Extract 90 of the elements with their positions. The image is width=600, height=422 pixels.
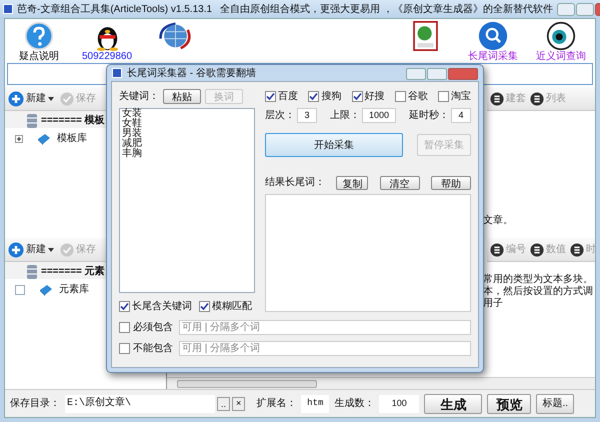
checkbox[interactable] bbox=[15, 284, 25, 294]
checkbox[interactable] bbox=[394, 90, 406, 102]
keyword-textarea[interactable]: 女装 女鞋 男装 减肥 丰胸 bbox=[119, 108, 255, 293]
engine-label: 淘宝 bbox=[451, 90, 471, 104]
list-icon[interactable] bbox=[490, 92, 504, 106]
keyword-line: 减肥 bbox=[122, 139, 142, 149]
checked-checkbox[interactable] bbox=[308, 90, 320, 102]
content-text: 常用的类型为文本多块。 bbox=[483, 274, 593, 286]
scrollbar-thumb[interactable] bbox=[177, 380, 317, 388]
option-label: 模糊匹配 bbox=[212, 300, 252, 314]
checkbox[interactable] bbox=[119, 322, 130, 333]
database-icon bbox=[27, 264, 37, 278]
dropdown-caret-icon[interactable] bbox=[48, 248, 54, 252]
result-button[interactable]: 帮助 bbox=[430, 176, 471, 190]
filter-label: 不能包含 bbox=[133, 342, 173, 356]
clear-button[interactable]: × bbox=[232, 396, 246, 410]
eye-icon[interactable] bbox=[546, 21, 576, 51]
help-icon[interactable] bbox=[24, 21, 54, 51]
book-icon bbox=[37, 132, 51, 144]
paste-button[interactable]: 粘贴 bbox=[163, 88, 201, 104]
count-field[interactable]: 100 bbox=[379, 394, 420, 412]
engine-label: 百度 bbox=[278, 90, 298, 104]
checkbox[interactable] bbox=[438, 90, 449, 102]
content-text: 本，然后按设置的方式调用子 bbox=[483, 286, 593, 310]
check-circle-icon[interactable] bbox=[60, 242, 74, 256]
filter-field[interactable]: 可用 | 分隔多个词 bbox=[179, 320, 471, 335]
check-circle-icon[interactable] bbox=[60, 92, 74, 106]
engine-label: 搜狗 bbox=[321, 90, 342, 104]
keyword-line: 丰胸 bbox=[122, 149, 142, 159]
globe-icon[interactable] bbox=[158, 21, 192, 51]
toolbar-button[interactable]: 新建 bbox=[26, 242, 46, 257]
tree-item[interactable]: 模板库 bbox=[57, 131, 87, 146]
param-label: 层次： bbox=[265, 109, 295, 123]
search-icon[interactable] bbox=[478, 21, 508, 51]
extension-field[interactable]: htm bbox=[301, 394, 330, 412]
book-icon bbox=[39, 284, 53, 296]
field-label: 保存目录： bbox=[10, 397, 60, 411]
result-label: 结果长尾词： bbox=[265, 176, 325, 190]
checkbox[interactable] bbox=[119, 343, 130, 354]
param-field[interactable]: 4 bbox=[451, 108, 471, 123]
app-icon bbox=[112, 68, 122, 78]
list-icon[interactable] bbox=[490, 242, 504, 256]
plus-icon[interactable] bbox=[8, 242, 24, 258]
title-button[interactable]: 标题.. bbox=[536, 394, 574, 414]
filter-field[interactable]: 可用 | 分隔多个词 bbox=[179, 341, 471, 356]
plus-icon[interactable] bbox=[8, 90, 24, 106]
engine-label: 谷歌 bbox=[408, 90, 428, 104]
keyword-line: 女装 bbox=[122, 109, 142, 119]
param-label: 延时秒： bbox=[409, 108, 449, 123]
result-button[interactable]: 复制 bbox=[336, 176, 368, 190]
list-icon[interactable] bbox=[570, 242, 584, 256]
toolbar-button[interactable]: 新建 bbox=[26, 91, 46, 106]
checked-checkbox[interactable] bbox=[199, 301, 210, 312]
checked-checkbox[interactable] bbox=[265, 90, 276, 102]
toolbar-label[interactable]: 近义词查询 bbox=[536, 51, 586, 62]
expander-icon[interactable] bbox=[15, 134, 23, 142]
param-field[interactable]: 3 bbox=[297, 108, 317, 123]
filter-label: 必须包含 bbox=[133, 320, 173, 335]
param-label: 上限： bbox=[330, 108, 360, 123]
tree-header[interactable]: ======= 模板 bbox=[41, 113, 105, 128]
option-label: 长尾含关键词 bbox=[132, 300, 192, 314]
database-icon bbox=[27, 114, 37, 128]
directory-field[interactable]: E:\原创文章\ bbox=[65, 394, 215, 412]
window-slogan: 全自由原创组合模式，更强大更易用 ，《原创文章生成器》的全新替代软件 bbox=[220, 2, 553, 16]
toolbar-label[interactable]: 长尾词采集 bbox=[468, 51, 518, 62]
dialog-title: 长尾词采集器 - 谷歌需要翻墙 bbox=[127, 66, 256, 80]
html-file-icon[interactable] bbox=[412, 21, 438, 51]
keyword-label: 关键词： bbox=[119, 90, 159, 104]
start-button[interactable]: 开始采集 bbox=[265, 133, 403, 157]
content-text: 文章。 bbox=[483, 214, 513, 228]
param-field[interactable]: 1000 bbox=[362, 108, 396, 123]
toolbar-label[interactable]: 509229860 bbox=[82, 51, 132, 62]
checked-checkbox[interactable] bbox=[352, 90, 362, 102]
checked-checkbox[interactable] bbox=[119, 301, 130, 312]
list-icon[interactable] bbox=[530, 242, 544, 256]
list-icon[interactable] bbox=[530, 92, 544, 106]
engine-label: 好搜 bbox=[364, 90, 384, 104]
keyword-line: 男装 bbox=[122, 129, 142, 139]
dropdown-caret-icon[interactable] bbox=[48, 96, 54, 100]
browse-button[interactable]: .. bbox=[217, 396, 230, 410]
tree-item[interactable]: 元素库 bbox=[59, 282, 89, 297]
window-title: 芭奇-文章组合工具集(ArticleTools) v1.5.13.1 bbox=[17, 2, 212, 16]
field-label: 生成数： bbox=[334, 396, 374, 411]
preview-button[interactable]: 预览 bbox=[487, 394, 532, 414]
generate-button[interactable]: 生成 bbox=[424, 394, 482, 414]
field-label: 扩展名： bbox=[256, 396, 296, 411]
result-button[interactable]: 清空 bbox=[380, 176, 420, 190]
toolbar-label[interactable]: 疑点说明 bbox=[19, 51, 59, 62]
keyword-line: 女鞋 bbox=[122, 119, 142, 129]
app-icon bbox=[3, 4, 13, 14]
